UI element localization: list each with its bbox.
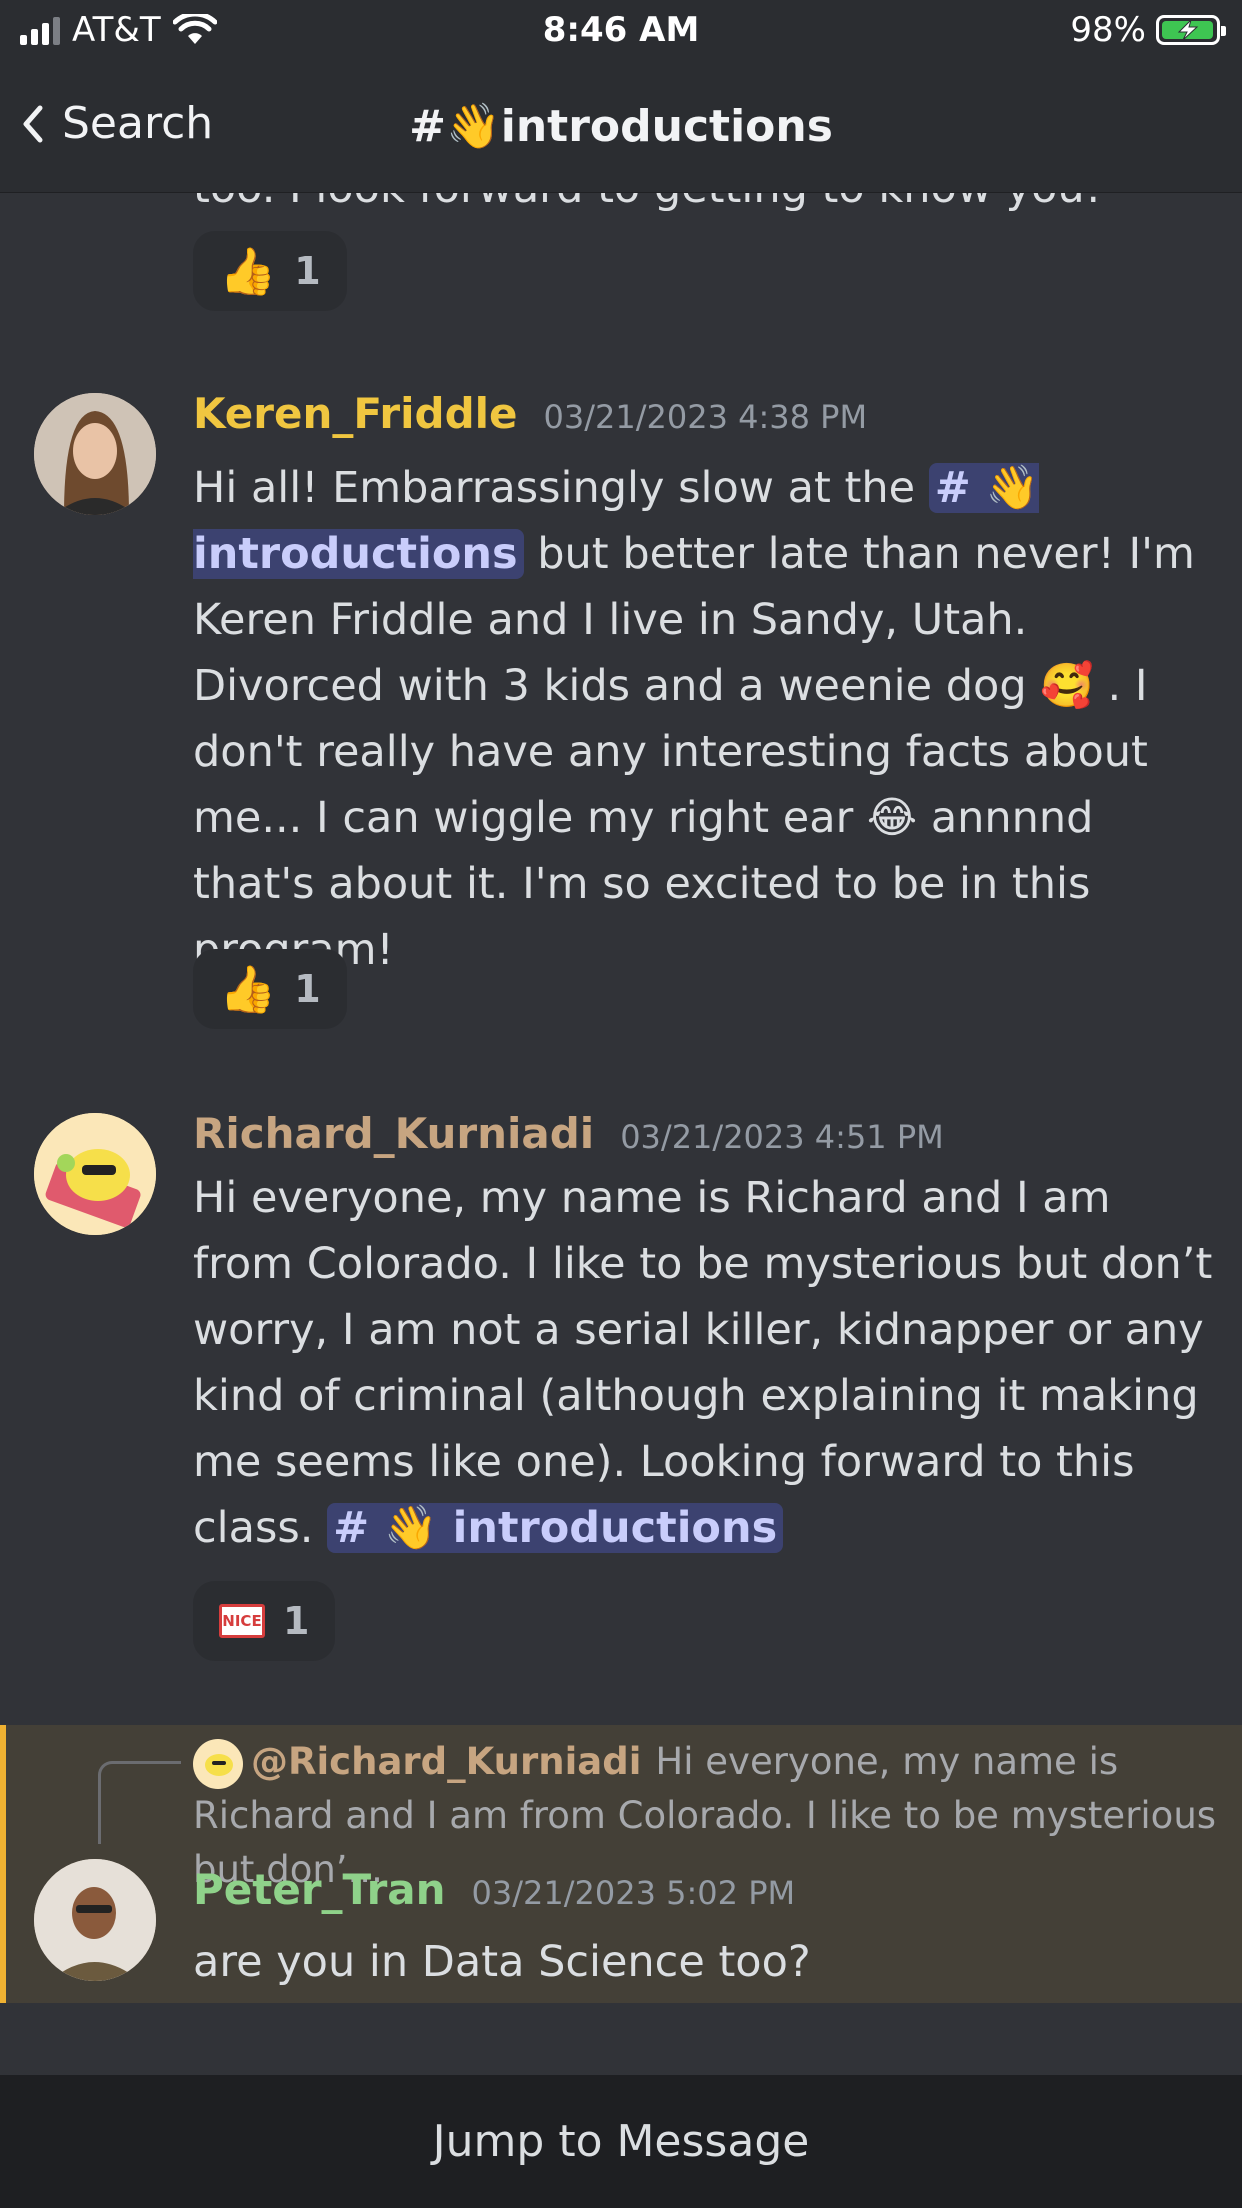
nice-sticker-icon: NICE — [219, 1604, 265, 1638]
jump-to-message-button[interactable]: Jump to Message — [0, 2075, 1242, 2208]
cartoon-chick-avatar-icon — [193, 1738, 243, 1789]
message-list[interactable]: too. I look forward to getting to know y… — [0, 193, 1242, 2075]
reaction-thumbs-up[interactable]: 👍 1 — [193, 949, 347, 1029]
thumbs-up-icon: 👍 — [219, 243, 277, 298]
reaction-count: 1 — [294, 249, 321, 293]
username[interactable]: Peter_Tran — [193, 1865, 446, 1914]
reaction-count: 1 — [294, 967, 321, 1011]
thumbs-up-icon: 👍 — [219, 961, 277, 1016]
highlighted-message[interactable]: @Richard_Kurniadi Hi everyone, my name is… — [0, 1725, 1242, 2003]
reply-connector — [98, 1761, 181, 1844]
message-body: Hi everyone, my name is Richard and I am… — [193, 1173, 1213, 1553]
username[interactable]: Keren_Friddle — [193, 389, 518, 438]
message-body: Hi all! Embarrassingly slow at the # 👋 i… — [193, 463, 1195, 975]
timestamp: 03/21/2023 5:02 PM — [471, 1874, 796, 1912]
user-photo-icon — [34, 393, 156, 515]
message-header: Peter_Tran 03/21/2023 5:02 PM — [193, 1865, 795, 1914]
channel-mention[interactable]: # 👋 introductions — [327, 1503, 784, 1553]
channel-title: #👋introductions — [409, 101, 833, 152]
status-right: 98% — [1070, 10, 1226, 50]
reaction-nice[interactable]: NICE 1 — [193, 1581, 336, 1661]
avatar[interactable] — [34, 393, 156, 515]
status-bar: AT&T 8:46 AM 98% — [0, 0, 1242, 62]
timestamp: 03/21/2023 4:51 PM — [620, 1118, 944, 1156]
username[interactable]: Richard_Kurniadi — [193, 1109, 594, 1158]
battery-percent: 98% — [1070, 10, 1146, 50]
reaction-count: 1 — [283, 1599, 310, 1643]
reply-avatar — [193, 1738, 243, 1789]
clipped-message-text: too. I look forward to getting to know y… — [193, 193, 1102, 213]
channel-header: Search #👋introductions — [0, 62, 1242, 193]
user-photo-icon — [34, 1859, 156, 1981]
message-header: Keren_Friddle 03/21/2023 4:38 PM — [193, 389, 867, 438]
reply-author[interactable]: @Richard_Kurniadi — [251, 1740, 641, 1783]
clock: 8:46 AM — [542, 10, 700, 50]
timestamp: 03/21/2023 4:38 PM — [543, 398, 868, 436]
message-header: Richard_Kurniadi 03/21/2023 4:51 PM — [193, 1109, 944, 1158]
battery-charging-icon — [1156, 15, 1226, 45]
cartoon-chick-avatar-icon — [34, 1113, 156, 1235]
avatar[interactable] — [34, 1113, 156, 1235]
message-body: are you in Data Science too? — [193, 1937, 811, 1987]
jump-label: Jump to Message — [432, 2116, 810, 2167]
avatar[interactable] — [34, 1859, 156, 1981]
reaction-thumbs-up[interactable]: 👍 1 — [193, 231, 347, 311]
